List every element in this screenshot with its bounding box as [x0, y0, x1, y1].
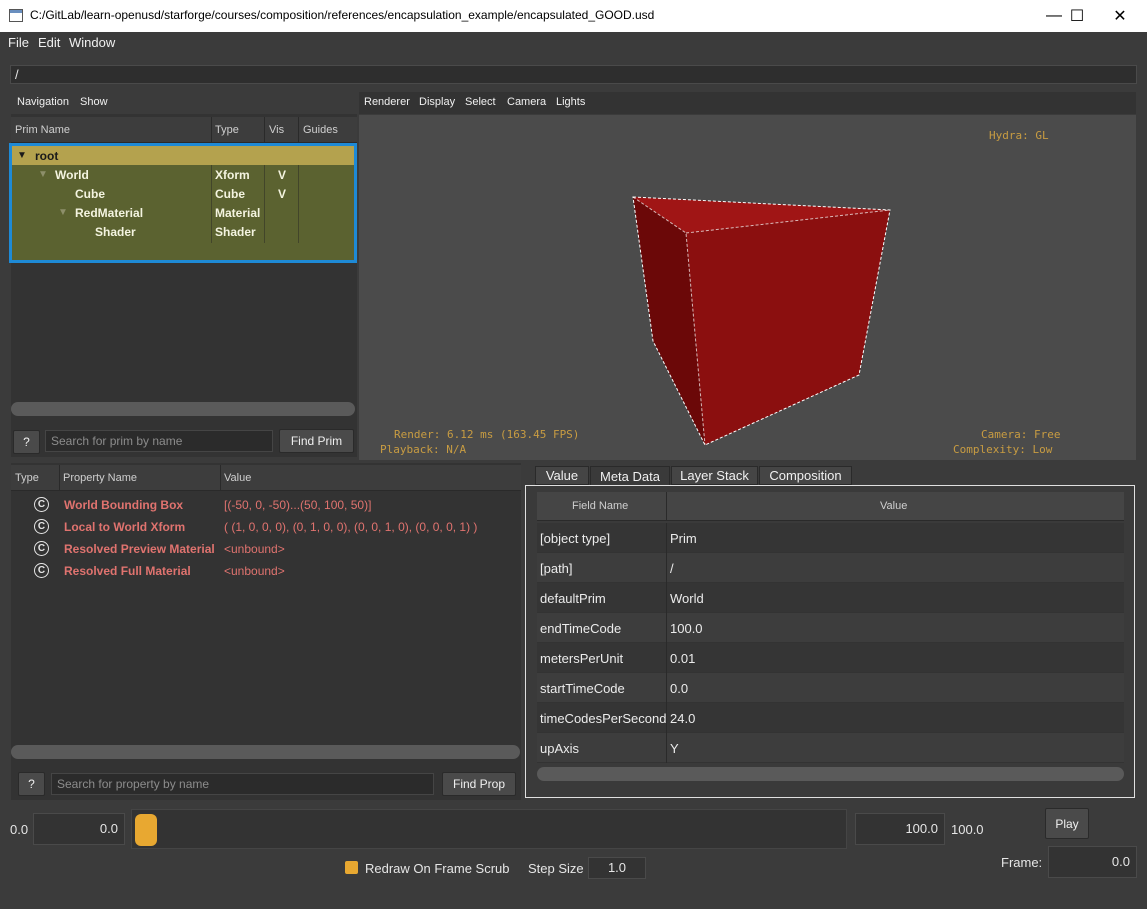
metadata-row[interactable]: upAxis Y [537, 733, 1124, 763]
redraw-label: Redraw On Frame Scrub [365, 861, 510, 876]
property-row[interactable]: C World Bounding Box [(-50, 0, -50)...(5… [12, 494, 520, 516]
app-icon [9, 9, 23, 22]
window-title: C:/GitLab/learn-openusd/starforge/course… [30, 8, 655, 22]
col-prop-name[interactable]: Property Name [63, 472, 137, 484]
menu-edit[interactable]: Edit [38, 35, 60, 50]
col-prop-type[interactable]: Type [15, 472, 39, 484]
metadata-row[interactable]: defaultPrim World [537, 583, 1124, 613]
property-table-header: Type Property Name Value [11, 465, 521, 491]
prop-search-input[interactable]: Search for property by name [51, 773, 434, 795]
prop-help-button[interactable]: ? [18, 772, 45, 796]
path-field[interactable]: / [10, 65, 1137, 84]
metadata-scrollbar[interactable] [537, 767, 1124, 781]
tab-composition[interactable]: Composition [759, 466, 852, 485]
menu-lights[interactable]: Lights [556, 96, 585, 108]
prim-search-input[interactable]: Search for prim by name [45, 430, 273, 452]
metadata-panel: Field Name Value [object type] Prim [path… [525, 485, 1135, 798]
computed-property-icon: C [34, 519, 49, 534]
play-button[interactable]: Play [1045, 808, 1089, 839]
col-vis[interactable]: Vis [269, 124, 284, 136]
end-frame-input[interactable]: 100.0 [855, 813, 945, 845]
col-guides[interactable]: Guides [303, 124, 338, 136]
frame-label: Frame: [1001, 855, 1043, 870]
frame-input[interactable]: 0.0 [1048, 846, 1137, 878]
metadata-header: Field Name Value [537, 492, 1124, 521]
col-prop-value[interactable]: Value [224, 472, 251, 484]
col-field-name[interactable]: Field Name [572, 500, 628, 512]
prim-help-button[interactable]: ? [13, 430, 40, 454]
metadata-row[interactable]: timeCodesPerSecond 24.0 [537, 703, 1124, 733]
property-row[interactable]: C Local to World Xform ( (1, 0, 0, 0), (… [12, 516, 520, 538]
tab-meta-data[interactable]: Meta Data [590, 466, 670, 486]
tree-row-cube[interactable]: Cube Cube V [12, 184, 354, 203]
hud-playback: Playback: N/A [380, 443, 467, 456]
title-bar: C:/GitLab/learn-openusd/starforge/course… [0, 0, 1147, 32]
hud-camera: Camera: Free [981, 428, 1061, 441]
metadata-row[interactable]: startTimeCode 0.0 [537, 673, 1124, 703]
menu-file[interactable]: File [8, 35, 29, 50]
find-prim-button[interactable]: Find Prim [279, 429, 354, 453]
prim-table-scrollbar[interactable] [11, 402, 355, 416]
metadata-row[interactable]: [object type] Prim [537, 523, 1124, 553]
computed-property-icon: C [34, 563, 49, 578]
cube-render[interactable] [359, 115, 1136, 460]
nav-menu-navigation[interactable]: Navigation [17, 96, 69, 108]
redraw-checkbox[interactable] [345, 861, 358, 874]
tree-row-root[interactable]: ▼ root [12, 146, 354, 165]
computed-property-icon: C [34, 497, 49, 512]
metadata-row[interactable]: [path] / [537, 553, 1124, 583]
menu-camera[interactable]: Camera [507, 96, 546, 108]
tree-row-world[interactable]: ▼ World Xform V [12, 165, 354, 184]
menu-renderer[interactable]: Renderer [364, 96, 410, 108]
tab-layer-stack[interactable]: Layer Stack [671, 466, 758, 485]
metadata-row[interactable]: endTimeCode 100.0 [537, 613, 1124, 643]
step-size-label: Step Size [528, 861, 584, 876]
property-row[interactable]: C Resolved Full Material <unbound> [12, 560, 520, 582]
tree-row-redmaterial[interactable]: ▼ RedMaterial Material [12, 203, 354, 222]
menu-window[interactable]: Window [69, 35, 115, 50]
tab-value[interactable]: Value [535, 466, 589, 485]
maximize-icon[interactable]: ☐ [1054, 0, 1100, 32]
hud-complexity: Complexity: Low [953, 443, 1053, 456]
expand-arrow-icon[interactable]: ▼ [38, 169, 48, 180]
hud-render: Render: 6.12 ms (163.45 FPS) [394, 428, 580, 441]
end-frame-label: 100.0 [951, 822, 984, 837]
property-table-scrollbar[interactable] [11, 745, 520, 759]
menu-select[interactable]: Select [465, 96, 496, 108]
computed-property-icon: C [34, 541, 49, 556]
start-frame-label: 0.0 [10, 822, 29, 837]
slider-handle[interactable] [135, 814, 157, 846]
find-prop-button[interactable]: Find Prop [442, 772, 516, 796]
frame-slider[interactable] [131, 809, 847, 849]
hud-hydra: Hydra: GL [989, 129, 1049, 142]
start-frame-input[interactable]: 0.0 [33, 813, 125, 845]
menu-bar: File Edit Window [0, 32, 1147, 53]
col-meta-value[interactable]: Value [880, 500, 907, 512]
expand-arrow-icon[interactable]: ▼ [17, 150, 27, 161]
col-type[interactable]: Type [215, 124, 239, 136]
close-icon[interactable]: ✕ [1097, 0, 1143, 32]
menu-display[interactable]: Display [419, 96, 455, 108]
metadata-row[interactable]: metersPerUnit 0.01 [537, 643, 1124, 673]
nav-menu-show[interactable]: Show [80, 96, 108, 108]
viewport-3d[interactable]: Hydra: GL Render: 6.12 ms (163.45 FPS) P… [359, 115, 1136, 460]
nav-menu-bar: Navigation Show [11, 92, 357, 114]
property-row[interactable]: C Resolved Preview Material <unbound> [12, 538, 520, 560]
step-size-input[interactable]: 1.0 [588, 857, 646, 879]
col-prim-name[interactable]: Prim Name [15, 124, 70, 136]
tree-row-shader[interactable]: Shader Shader [12, 222, 354, 241]
expand-arrow-icon[interactable]: ▼ [58, 207, 68, 218]
prim-tree[interactable]: ▼ root ▼ World Xform V Cube Cube V ▼ Red… [9, 143, 357, 263]
prim-table-header: Prim Name Type Vis Guides [11, 117, 357, 143]
viewport-menu-bar: Renderer Display Select Camera Lights [359, 92, 1136, 114]
